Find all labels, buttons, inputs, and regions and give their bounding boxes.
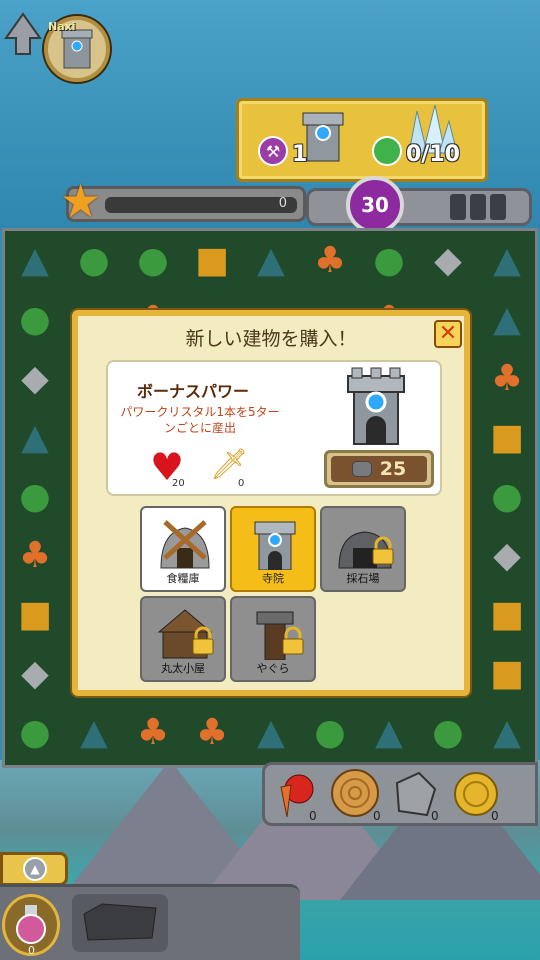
board-tile[interactable]: ♣ [7,528,63,584]
star-icon: ★ [60,174,102,228]
dialog-title: 新しい建物を購入！ [185,328,357,350]
board-tile[interactable]: ■ [184,233,240,289]
lock-icon [372,536,394,565]
board-tile[interactable]: ◆ [7,646,63,702]
stone-icon [351,461,372,477]
expand-tab[interactable]: ▲ [0,852,68,886]
building-label: 採石場 [346,572,380,585]
board-tile[interactable]: ● [302,705,358,761]
cost-display: 25 [331,456,427,482]
board-tile[interactable]: ● [7,705,63,761]
building-card-watchtower[interactable]: やぐら [230,596,316,682]
board-tile[interactable]: ■ [479,646,535,702]
wood-count: 0 [373,809,381,823]
board-tile[interactable]: ▲ [7,410,63,466]
sword-icon: 🗡 [210,447,249,482]
resource-bar: 0 0 0 0 [262,762,538,826]
board-tile[interactable]: ● [479,469,535,525]
building-label: 丸太小屋 [161,662,205,675]
purchase-building-dialog: 新しい建物を購入！ ✕ ボーナスパワー パワークリスタル1本を5ターンごとに産出… [72,310,470,696]
building-card-log-cabin[interactable]: 丸太小屋 [140,596,226,682]
item-slot[interactable] [72,894,168,952]
hammer-goal-count: 1 [292,142,308,167]
stone-slab-icon [83,903,157,941]
board-tile[interactable]: ▲ [479,233,535,289]
building-label: 寺院 [262,572,284,585]
board-tile[interactable]: ● [125,233,181,289]
board-tile[interactable]: ▲ [479,705,535,761]
close-button[interactable]: ✕ [434,320,462,348]
player-name: Naxi [48,20,76,33]
gold-count: 0 [491,809,499,823]
windmill-icon [160,520,210,569]
board-tile[interactable]: ◆ [420,233,476,289]
building-label: 食糧庫 [166,572,200,585]
board-tile[interactable]: ● [361,233,417,289]
board-tile[interactable]: ▲ [479,292,535,348]
building-label: やぐら [256,662,290,675]
power-description: パワークリスタル1本を5ターンごとに産出 [120,405,280,435]
menu-icon[interactable] [450,194,506,220]
board-tile[interactable]: ◆ [479,528,535,584]
sword-value: 0 [238,478,245,489]
temple-icon [254,521,296,570]
board-tile[interactable]: ■ [7,587,63,643]
building-card-quarry[interactable]: 採石場 [320,506,406,592]
progress-track: 0 [105,196,297,213]
board-tile[interactable]: ◆ [7,351,63,407]
temple-icon [347,367,405,445]
board-tile[interactable]: ● [66,233,122,289]
power-title: ボーナスパワー [136,382,249,401]
board-tile[interactable]: ● [7,292,63,348]
board-tile[interactable]: ● [7,469,63,525]
stone-count: 0 [431,809,439,823]
cost-value: 25 [379,458,407,480]
hammer-icon: ⚒ [258,136,288,166]
crystal-goal-progress: 0/10 [406,142,460,167]
buy-button[interactable]: 25 [324,450,434,488]
lock-icon [282,626,304,655]
heart-value: 20 [172,478,185,489]
board-tile[interactable]: ▲ [361,705,417,761]
board-tile[interactable]: ♣ [302,233,358,289]
board-tile[interactable]: ♣ [125,705,181,761]
crystal-goal-badge [372,136,402,166]
board-tile[interactable]: ▲ [243,233,299,289]
lock-icon [192,626,214,655]
board-tile[interactable]: ■ [479,587,535,643]
score-progress-bar: 0 [66,186,306,222]
board-tile[interactable]: ▲ [7,233,63,289]
board-tile[interactable]: ■ [479,410,535,466]
food-count: 0 [309,809,317,823]
potion-count: 0 [28,944,35,957]
building-card-temple[interactable]: 寺院 [230,506,316,592]
building-card-granary[interactable]: 食糧庫 [140,506,226,592]
board-tile[interactable]: ▲ [66,705,122,761]
moves-counter: 30 [346,176,404,234]
board-tile[interactable]: ▲ [243,705,299,761]
board-tile[interactable]: ● [420,705,476,761]
arrow-icon[interactable] [4,12,42,56]
board-tile[interactable]: ♣ [184,705,240,761]
board-tile[interactable]: ♣ [479,351,535,407]
chevron-up-icon: ▲ [23,857,47,881]
progress-value: 0 [278,196,287,211]
building-info-card: ボーナスパワー パワークリスタル1本を5ターンごとに産出 ♥ 20 🗡 0 25 [106,360,442,496]
